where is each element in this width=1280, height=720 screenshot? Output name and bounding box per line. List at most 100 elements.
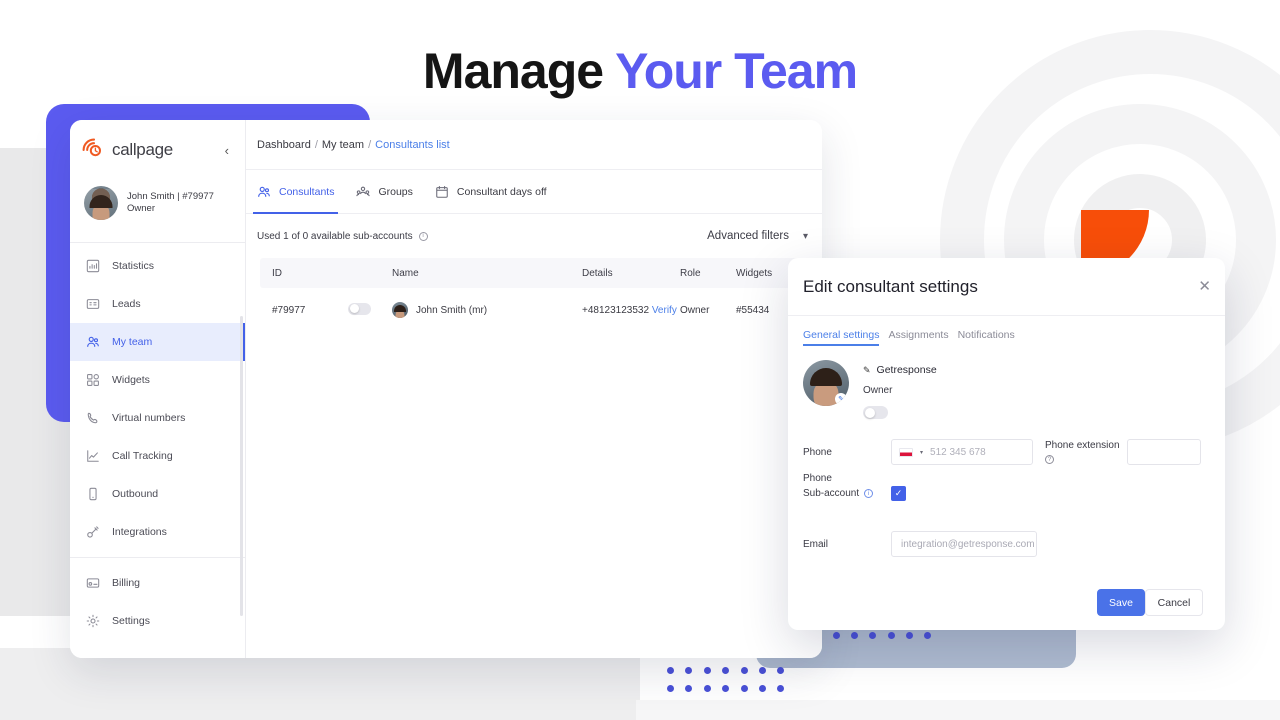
table-header-row: ID Name Details Role Widgets [260, 258, 808, 288]
country-flag-icon [899, 447, 913, 457]
tab-label: Consultant days off [456, 185, 547, 198]
sidebar-item-label: Leads [112, 298, 141, 310]
subaccount-checkbox[interactable]: ✓ [891, 486, 906, 501]
modal-profile-toggle[interactable] [863, 406, 888, 419]
sidebar-item-my-team[interactable]: My team [70, 323, 245, 361]
dot [703, 685, 711, 693]
sidebar-item-statistics[interactable]: Statistics [70, 247, 245, 285]
page-title-plain: Manage [422, 43, 616, 99]
modal-tab-assignments[interactable]: Assignments [888, 329, 948, 346]
question-icon[interactable]: ? [1045, 455, 1054, 464]
tab-groups[interactable]: Groups [356, 170, 413, 214]
dot [758, 666, 766, 674]
tab-consultants[interactable]: Consultants [252, 170, 339, 214]
table-row[interactable]: #79977 John Smith (mr) +48123123532 Veri… [260, 288, 808, 332]
modal-tabs: General settings Assignments Notifications [788, 316, 1225, 346]
tab-label: Groups [378, 185, 413, 198]
modal-profile-row: ✎ ✎ Getresponse Owner [803, 360, 1210, 424]
main-panel: Dashboard / My team / Consultants list C… [246, 120, 822, 658]
sidebar-item-integrations[interactable]: Integrations [70, 513, 245, 551]
dot [685, 685, 693, 693]
save-button[interactable]: Save [1097, 589, 1145, 616]
sidebar-nav: Statistics Leads My team Widgets Virtual num… [70, 243, 245, 658]
modal-form: Phone ▾ 512 345 678 Phone extension ? Ph… [803, 439, 1210, 557]
breadcrumb-current[interactable]: Consultants list [375, 139, 450, 151]
pencil-icon[interactable]: ✎ [835, 393, 847, 405]
tab-consultant-days-off[interactable]: Consultant days off [435, 170, 547, 214]
leads-icon [86, 297, 100, 311]
cell-name: John Smith (mr) [392, 302, 582, 318]
email-input[interactable]: integration@getresponse.com [891, 531, 1037, 557]
dot [667, 685, 674, 693]
subbar: Used 1 of 0 available sub-accounts i Adv… [246, 214, 822, 258]
breadcrumb-root[interactable]: Dashboard [257, 139, 311, 151]
phone-input[interactable]: ▾ 512 345 678 [891, 439, 1033, 465]
phone2-label: Phone [803, 473, 832, 484]
dot-grid-row [667, 685, 785, 693]
verify-link[interactable]: Verify [652, 305, 677, 316]
modal-footer: Save Cancel [788, 589, 1225, 616]
chevron-down-icon: ▾ [802, 230, 808, 242]
modal-tab-notifications[interactable]: Notifications [958, 329, 1015, 346]
sidebar-item-settings[interactable]: Settings [70, 602, 245, 640]
avatar[interactable]: ✎ [803, 360, 849, 406]
sidebar-item-label: Outbound [112, 488, 159, 500]
close-icon[interactable]: ✕ [1198, 279, 1211, 294]
breadcrumb-mid[interactable]: My team [322, 139, 364, 151]
sidebar-item-leads[interactable]: Leads [70, 285, 245, 323]
sidebar-item-billing[interactable]: Billing [70, 564, 245, 602]
sidebar-profile[interactable]: John Smith | #79977 Owner [70, 164, 245, 243]
info-icon[interactable]: i [864, 489, 874, 498]
pencil-icon[interactable]: ✎ [863, 365, 871, 376]
phone-field-row: Phone ▾ 512 345 678 Phone extension ? [803, 439, 1210, 465]
tab-label: Consultants [279, 185, 335, 198]
groups-icon [356, 185, 371, 199]
cell-phone: +48123123532 [582, 304, 650, 316]
app-window: callpage ‹ John Smith | #79977 Owner Sta… [70, 120, 822, 658]
bar-chart-icon [86, 259, 100, 273]
background-bottom-band-right [636, 700, 1280, 720]
calendar-icon [435, 185, 449, 199]
subaccount-row: Sub-account i ✓ [803, 486, 1210, 501]
phone-extension-label-text: Phone extension [1045, 440, 1120, 451]
advanced-filters-button[interactable]: Advanced filters ▾ [707, 230, 808, 242]
mobile-icon [86, 487, 100, 501]
sidebar-item-call-tracking[interactable]: Call Tracking [70, 437, 245, 475]
dot [685, 666, 693, 674]
dot [758, 685, 766, 693]
avatar-hair [810, 367, 842, 386]
background-bottom-band [0, 648, 640, 720]
sidebar-scrollbar[interactable] [240, 316, 243, 616]
plug-icon [86, 525, 100, 539]
dot [832, 632, 840, 639]
sidebar-item-virtual-numbers[interactable]: Virtual numbers [70, 399, 245, 437]
subaccount-label: Sub-account [803, 488, 860, 499]
sidebar-item-label: Settings [112, 615, 150, 627]
widgets-icon [86, 373, 100, 387]
billing-icon [86, 576, 100, 590]
sidebar-item-label: My team [112, 336, 153, 348]
info-icon[interactable]: i [418, 231, 428, 241]
cell-toggle [348, 302, 392, 318]
phone-extension-input[interactable] [1127, 439, 1201, 465]
sidebar-item-outbound[interactable]: Outbound [70, 475, 245, 513]
modal-profile-info: ✎ Getresponse Owner [863, 360, 937, 424]
avatar [84, 186, 118, 220]
edit-consultant-modal: Edit consultant settings ✕ General setti… [788, 258, 1225, 630]
cancel-button[interactable]: Cancel [1145, 589, 1203, 616]
sidebar-profile-role: Owner [127, 203, 155, 214]
row-toggle-switch[interactable] [348, 302, 371, 315]
table-header-id: ID [272, 267, 282, 279]
dot [703, 666, 711, 674]
brand-logo[interactable]: callpage [82, 138, 173, 162]
sidebar-collapse-icon[interactable]: ‹ [225, 143, 233, 158]
subaccount-usage-text: Used 1 of 0 available sub-accounts [257, 230, 413, 242]
sidebar-item-label: Statistics [112, 260, 155, 272]
sidebar-item-label: Call Tracking [112, 450, 173, 462]
dot [924, 632, 932, 639]
breadcrumb-separator: / [314, 138, 318, 151]
modal-tab-general-settings[interactable]: General settings [803, 329, 880, 346]
modal-title: Edit consultant settings [803, 276, 978, 296]
sidebar-item-widgets[interactable]: Widgets [70, 361, 245, 399]
table-header-name: Name [392, 267, 419, 279]
